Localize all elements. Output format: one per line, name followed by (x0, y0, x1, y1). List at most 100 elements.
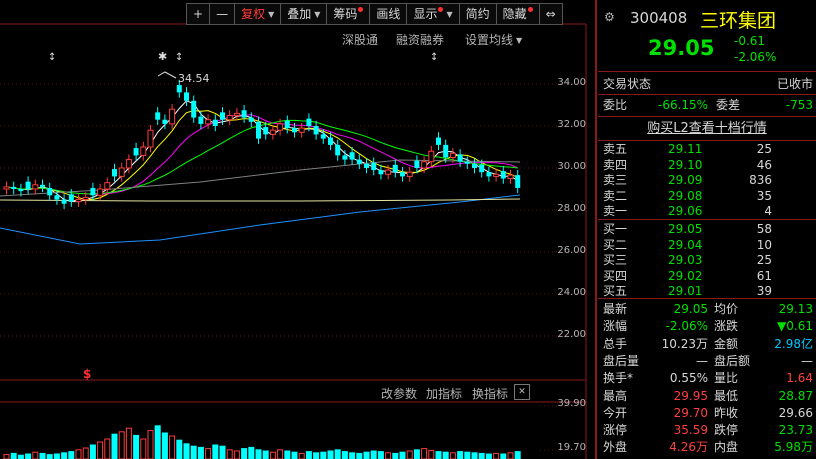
sell-order-volume: 836 (749, 173, 772, 188)
chevron-down-icon: ▼ (516, 36, 523, 45)
stat-value: — (801, 353, 813, 368)
sell-order-row[interactable]: 卖四 29.10 46 (598, 157, 816, 173)
volume-bar (219, 445, 226, 459)
stat-value: — (696, 353, 708, 368)
shengu-link[interactable]: 深股通 (342, 31, 378, 48)
stat-label: 涨停 (603, 423, 628, 438)
candle-body (500, 171, 506, 179)
candle-body (284, 120, 290, 129)
buy-order-price: 29.03 (668, 253, 703, 268)
candle-body (443, 144, 449, 158)
volume-bar (442, 451, 449, 459)
stat-value: -2.06% (665, 319, 708, 334)
sell-order-label: 卖四 (603, 157, 628, 172)
sell-order-row[interactable]: 卖五 29.11 25 (598, 141, 816, 157)
separator (598, 71, 816, 72)
display-button[interactable]: 显示 ▼ (406, 3, 460, 25)
buy-order-volume: 25 (756, 253, 772, 268)
stat-value: 4.26万 (669, 440, 708, 455)
switch-indicator-link[interactable]: 换指标 (472, 385, 508, 402)
buy-order-row[interactable]: 买五 29.01 39 (598, 283, 816, 299)
set-ma-link[interactable]: 设置均线 ▼ (465, 31, 522, 48)
volume-bar (291, 451, 298, 459)
chart-markers: ↕ ✱ ↕ ↕ (48, 50, 438, 79)
stats-row: 换手* 0.55% 量比 1.64 (598, 370, 816, 386)
fuquan-button[interactable]: 复权 ▼ (234, 3, 282, 25)
sell-order-row[interactable]: 卖三 29.09 836 (598, 172, 816, 188)
candle-body (378, 170, 384, 175)
stat-label: 内盘 (714, 440, 739, 455)
chips-button[interactable]: 筹码 (326, 3, 371, 25)
sell-order-volume: 46 (756, 157, 772, 172)
simple-button[interactable]: 简约 (458, 3, 497, 25)
change-params-link[interactable]: 改参数 (381, 385, 417, 402)
candle-body (32, 184, 39, 190)
high-pointer (157, 71, 177, 79)
settings-icon[interactable]: ⚙ (604, 10, 615, 24)
volume-bar (435, 451, 442, 459)
stat-value: 10.23万 (661, 336, 708, 351)
candle-body (220, 112, 225, 120)
l2-upgrade-link[interactable]: 购买L2查看十档行情 (647, 121, 767, 136)
candle-body (421, 161, 428, 169)
draw-line-button[interactable]: 画线 (369, 3, 408, 25)
panel-divider (595, 0, 597, 459)
add-indicator-link[interactable]: 加指标 (426, 385, 462, 402)
volume-bars (3, 425, 521, 459)
zoom-in-button[interactable]: + (186, 3, 211, 25)
volume-bar (248, 446, 255, 459)
sell-order-price: 29.11 (668, 142, 703, 156)
volume-axis-label: 39.90 (557, 398, 586, 409)
price-axis-label: 26.00 (557, 245, 586, 256)
volume-bar (32, 451, 39, 459)
expand-icon[interactable]: ⇔ (538, 3, 563, 25)
sell-order-row[interactable]: 卖二 29.08 35 (598, 188, 816, 204)
candle-body (349, 152, 355, 160)
s-marker[interactable]: $ (83, 367, 91, 381)
notification-dot (438, 7, 444, 12)
buy-order-label: 买二 (603, 237, 628, 252)
candle-body (241, 110, 247, 118)
buy-order-row[interactable]: 买二 29.04 10 (598, 237, 816, 253)
buy-order-row[interactable]: 买一 29.05 58 (598, 221, 816, 237)
volume-bar (457, 451, 464, 459)
candle-body (233, 112, 240, 117)
hide-button[interactable]: 隐藏 (495, 3, 540, 25)
candle-body (184, 92, 189, 101)
stat-value: 1.64 (786, 371, 813, 386)
candle-body (205, 119, 212, 125)
close-icon[interactable]: ✕ (514, 384, 530, 400)
overlay-button[interactable]: 叠加 ▼ (280, 3, 328, 25)
stats-row: 涨停 35.59 跌停 23.73 (598, 422, 816, 438)
chips-label: 筹码 (333, 7, 358, 21)
quote-panel: ⚙ 300408 三环集团 29.05 -0.61 -2.06% 交易状态 已收… (598, 0, 816, 459)
stat-label: 量比 (714, 371, 739, 386)
zoom-out-button[interactable]: — (209, 3, 236, 25)
price-axis-label: 22.00 (557, 329, 586, 340)
candle-body (263, 127, 269, 135)
volume-bar (3, 454, 10, 459)
stat-value: 29.95 (673, 388, 708, 403)
weibi-label: 委比 (603, 98, 628, 112)
volume-bar (118, 431, 125, 459)
volume-bar (111, 433, 118, 459)
stat-value: ▼0.61 (777, 319, 813, 334)
candle-body (140, 146, 147, 156)
rongzi-link[interactable]: 融资融券 (396, 31, 444, 48)
weicha-label: 委差 (716, 98, 741, 112)
sell-order-price: 29.09 (668, 173, 703, 188)
candle-body (306, 118, 312, 126)
buy-order-volume: 58 (756, 222, 772, 236)
sell-order-row[interactable]: 卖一 29.06 4 (598, 203, 816, 219)
stat-label: 涨跌 (714, 319, 739, 334)
stat-value: 28.87 (778, 388, 813, 403)
buy-order-price: 29.02 (668, 268, 703, 283)
buy-order-row[interactable]: 买四 29.02 61 (598, 268, 816, 284)
candle-body (112, 169, 117, 177)
arrow-marker: ↕ (175, 52, 183, 63)
arrow-marker: ↕ (48, 52, 56, 63)
volume-bar (53, 453, 60, 459)
weicha-value: -753 (785, 98, 813, 112)
buy-order-label: 买一 (603, 222, 628, 236)
buy-order-row[interactable]: 买三 29.03 25 (598, 252, 816, 268)
